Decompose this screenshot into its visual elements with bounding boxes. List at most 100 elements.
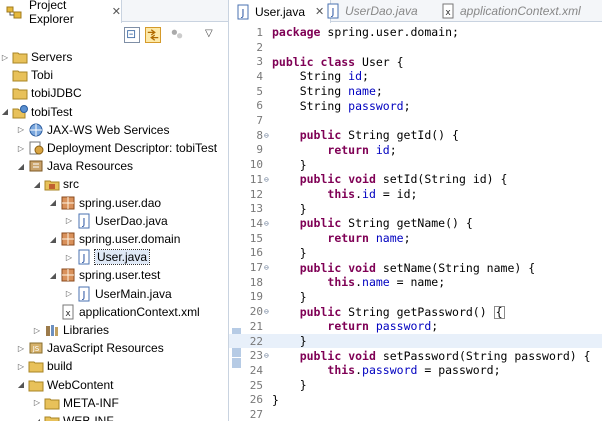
expanded-arrow-icon[interactable]: ◢ (48, 235, 58, 244)
expanded-arrow-icon[interactable]: ◢ (48, 198, 58, 207)
code-line[interactable]: 5 String name; (229, 84, 602, 99)
tab-project-explorer[interactable]: Project Explorer ✕ (0, 0, 122, 26)
tree-item[interactable]: ◢ tobiTest (0, 103, 228, 121)
java-editor-panel: J User.java ✕ J UserDao.java x applicationCont… (228, 0, 602, 421)
code-text: } (272, 393, 279, 407)
code-line[interactable]: 2 (229, 40, 602, 55)
editor-tab[interactable]: x applicationContext.xml (434, 0, 587, 22)
focus-active-task-icon[interactable] (170, 27, 186, 43)
code-line[interactable]: 6 String password; (229, 99, 602, 114)
link-with-editor-button[interactable] (145, 27, 161, 43)
close-icon[interactable]: ✕ (112, 5, 121, 18)
line-number: 20 (249, 305, 263, 319)
code-line[interactable]: 14 ⊖ public String getName() { (229, 216, 602, 231)
code-line[interactable]: 27 (229, 407, 602, 421)
xml-file-icon: x (440, 3, 456, 19)
tree-item[interactable]: ▷ JS JavaScript Resources (0, 339, 228, 357)
code-token: = password; (417, 363, 501, 378)
tree-item[interactable]: ◢ spring.user.test (0, 266, 228, 284)
fold-minus-icon[interactable]: ⊖ (264, 351, 269, 360)
tree-item[interactable]: Tobi (0, 66, 228, 84)
line-number: 26 (249, 393, 263, 407)
collapsed-arrow-icon[interactable]: ▷ (64, 216, 74, 225)
fold-minus-icon[interactable]: ⊖ (264, 131, 269, 140)
code-token: ; (403, 231, 411, 246)
tree-item-label: WEB-INF (63, 414, 114, 421)
collapsed-arrow-icon[interactable]: ▷ (64, 289, 74, 298)
tree-item[interactable]: x applicationContext.xml (0, 303, 228, 321)
code-line[interactable]: 8 ⊖ public String getId() { (229, 128, 602, 143)
code-line[interactable]: 7 (229, 113, 602, 128)
code-line[interactable]: 23 ⊖ public void setPassword(String passw… (229, 348, 602, 363)
tree-item[interactable]: ◢ spring.user.dao (0, 194, 228, 212)
tree-item[interactable]: tobiJDBC (0, 84, 228, 102)
tree-item[interactable]: ◢ WebContent (0, 376, 228, 394)
collapsed-arrow-icon[interactable]: ▷ (16, 125, 26, 134)
fold-minus-icon[interactable]: ⊖ (264, 307, 269, 316)
tree-item[interactable]: ▷ build (0, 357, 228, 375)
collapsed-arrow-icon[interactable]: ▷ (32, 326, 42, 335)
code-line[interactable]: 9 return id; (229, 143, 602, 158)
expanded-arrow-icon[interactable]: ◢ (16, 162, 26, 171)
tree-item[interactable]: ▷ J UserDao.java (0, 212, 228, 230)
collapsed-arrow-icon[interactable]: ▷ (0, 53, 10, 62)
code-line[interactable]: 18 this.name = name; (229, 275, 602, 290)
tree-item[interactable]: ◢ Java Resources (0, 157, 228, 175)
expanded-arrow-icon[interactable]: ◢ (48, 271, 58, 280)
code-line[interactable]: 16 } (229, 246, 602, 261)
expanded-arrow-icon[interactable]: ◢ (0, 107, 10, 116)
tree-item[interactable]: ▷ Deployment Descriptor: tobiTest (0, 139, 228, 157)
code-token: . (355, 275, 363, 290)
fold-minus-icon[interactable]: ⊖ (264, 219, 269, 228)
tree-item[interactable]: ◢ spring.user.domain (0, 230, 228, 248)
editor-tab[interactable]: J User.java ✕ (229, 0, 332, 23)
code-line[interactable]: 26} (229, 393, 602, 408)
collapsed-arrow-icon[interactable]: ▷ (16, 344, 26, 353)
tree-item[interactable]: ▷ META-INF (0, 394, 228, 412)
code-line[interactable]: 13 } (229, 201, 602, 216)
line-number: 12 (249, 187, 263, 201)
fold-minus-icon[interactable]: ⊖ (264, 175, 269, 184)
expanded-arrow-icon[interactable]: ◢ (32, 180, 42, 189)
line-number: 21 (249, 319, 263, 333)
keyword-token: void (348, 260, 376, 275)
code-line[interactable]: 10 } (229, 157, 602, 172)
code-line[interactable]: 19 } (229, 290, 602, 305)
collapse-all-button[interactable] (124, 27, 140, 43)
collapsed-arrow-icon[interactable]: ▷ (16, 144, 26, 153)
tree-item[interactable]: ◢ src (0, 175, 228, 193)
tree-item[interactable]: ▷ J User.java (0, 248, 228, 266)
code-line[interactable]: 4 String id; (229, 69, 602, 84)
view-menu-chevron-down-icon[interactable]: ▽ (205, 28, 213, 39)
code-token: setPassword(String password) { (375, 348, 591, 363)
tree-item[interactable]: ▷ Libraries (0, 321, 228, 339)
code-line[interactable]: 21 return password; (229, 319, 602, 334)
collapsed-arrow-icon[interactable]: ▷ (32, 398, 42, 407)
code-line[interactable]: 22 } (229, 333, 602, 349)
folder-icon (12, 85, 28, 101)
collapsed-arrow-icon[interactable]: ▷ (64, 253, 74, 262)
collapsed-arrow-icon[interactable]: ▷ (16, 362, 26, 371)
code-line[interactable]: 1 package spring.user.domain; (229, 25, 602, 40)
code-line[interactable]: 15 return name; (229, 231, 602, 246)
expanded-arrow-icon[interactable]: ◢ (32, 417, 42, 421)
fold-minus-icon[interactable]: ⊖ (264, 263, 269, 272)
tree-item[interactable]: ▷ Servers (0, 48, 228, 66)
code-line[interactable]: 20 ⊖ public String getPassword() { (229, 304, 602, 319)
editor-tab[interactable]: J UserDao.java (319, 0, 424, 22)
expanded-arrow-icon[interactable]: ◢ (16, 380, 26, 389)
field-token: id (362, 187, 376, 202)
code-line[interactable]: 25 } (229, 378, 602, 393)
tree-item[interactable]: ▷ JAX-WS Web Services (0, 121, 228, 139)
tree-item[interactable]: ▷ J UserMain.java (0, 285, 228, 303)
code-line[interactable]: 11 ⊖ public void setId(String id) { (229, 172, 602, 187)
code-line[interactable]: 12 this.id = id; (229, 187, 602, 202)
code-line[interactable]: 17 ⊖ public void setName(String name) { (229, 260, 602, 275)
tree-item[interactable]: ◢ WEB-INF (0, 412, 228, 421)
code-line[interactable]: 3 public class User { (229, 54, 602, 69)
code-line[interactable]: 24 this.password = password; (229, 363, 602, 378)
